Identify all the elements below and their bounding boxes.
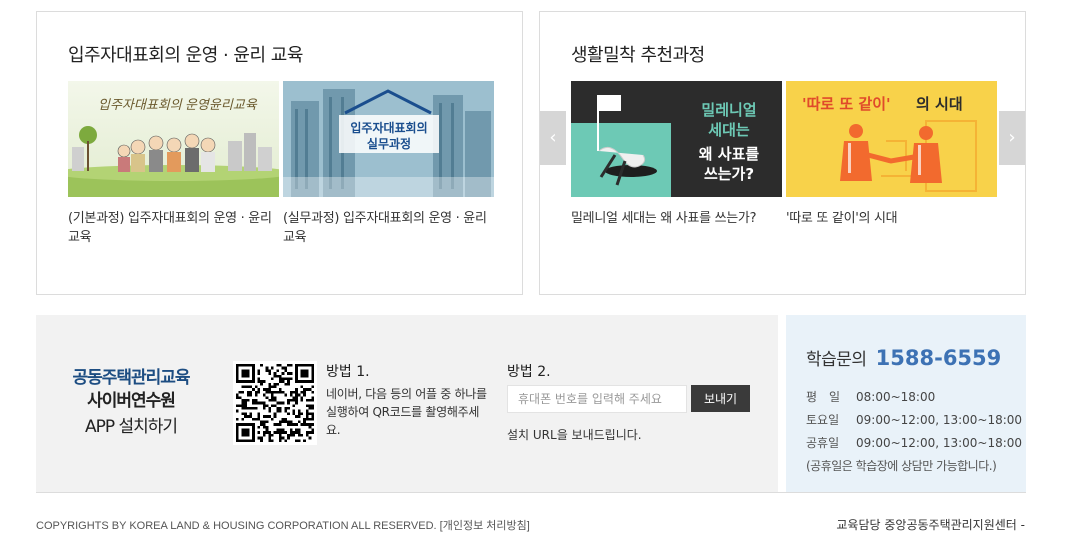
hours-row-weekday: 평 일 08:00~18:00 bbox=[806, 386, 1022, 409]
thumb-line-3: 왜 사표를 bbox=[699, 145, 760, 163]
course-panel-recommended: 생활밀착 추천과정 밀레니얼 세대는 왜 사표를 쓰는가? 밀레니얼 세대는 왜… bbox=[539, 11, 1026, 295]
course-thumbnail[interactable]: 밀레니얼 세대는 왜 사표를 쓰는가? bbox=[571, 81, 782, 197]
app-title-line1: 공동주택관리교육 bbox=[72, 368, 190, 388]
course-card-together[interactable]: '따로 또 같이' 의 시대 '따로 또 같이'의 시대 bbox=[786, 81, 997, 228]
help-phone-number[interactable]: 1588-6559 bbox=[876, 346, 1002, 370]
method1-title: 방법 1. bbox=[326, 364, 370, 380]
hours-day: 토요일 bbox=[806, 413, 840, 427]
course-card-basic[interactable]: 입주자대표회의 운영윤리교육 (기본과정) 입주자대표회의 운영 · 윤리교육 bbox=[68, 81, 279, 247]
footer-contact: 교육담당 중앙공동주택관리지원센터 - bbox=[836, 518, 1025, 532]
course-thumbnail[interactable]: 입주자대표회의 실무과정 bbox=[283, 81, 494, 197]
phone-number-input[interactable] bbox=[507, 385, 687, 413]
course-thumbnail[interactable]: 입주자대표회의 운영윤리교육 bbox=[68, 81, 279, 197]
hours-row-saturday: 토요일 09:00~12:00, 13:00~18:00 bbox=[806, 409, 1022, 432]
course-title[interactable]: 밀레니얼 세대는 왜 사표를 쓰는가? bbox=[571, 209, 782, 228]
hours-time: 08:00~18:00 bbox=[856, 390, 936, 404]
privacy-policy-link[interactable]: [개인정보 처리방침] bbox=[440, 520, 530, 532]
qr-code-image bbox=[233, 361, 317, 445]
panel-title: 입주자대표회의 운영 · 윤리 교육 bbox=[68, 45, 303, 66]
chevron-left-icon: ‹ bbox=[549, 127, 557, 148]
course-thumbnail[interactable]: '따로 또 같이' 의 시대 bbox=[786, 81, 997, 197]
thumb-suffix-text: 의 시대 bbox=[916, 95, 963, 113]
hours-time: 09:00~12:00, 13:00~18:00 bbox=[856, 413, 1023, 427]
course-panel-ethics: 입주자대표회의 운영 · 윤리 교육 입주자대표회의 운영윤리교육 (기본과정)… bbox=[36, 11, 523, 295]
carousel-next-button[interactable]: › bbox=[999, 111, 1025, 165]
method2-description: 설치 URL을 보내드립니다. bbox=[507, 428, 642, 442]
business-hours: 평 일 08:00~18:00 토요일 09:00~12:00, 13:00~18:… bbox=[806, 386, 1022, 478]
hours-day: 평 일 bbox=[806, 390, 841, 404]
hours-note: (공휴일은 학습장에 상담만 가능합니다.) bbox=[806, 459, 997, 473]
app-title-line3: APP 설치하기 bbox=[84, 417, 178, 437]
course-title[interactable]: (기본과정) 입주자대표회의 운영 · 윤리교육 bbox=[68, 209, 279, 247]
thumb-line-4: 쓰는가? bbox=[704, 165, 754, 183]
hours-day: 공휴일 bbox=[806, 436, 840, 450]
help-contact-section: 학습문의 1588-6559 평 일 08:00~18:00 토요일 09:00~1… bbox=[786, 315, 1026, 492]
help-label: 학습문의 bbox=[806, 350, 867, 370]
chevron-right-icon: › bbox=[1008, 127, 1016, 148]
app-install-title: 공동주택관리교육 사이버연수원 APP 설치하기 bbox=[36, 367, 226, 439]
carousel-prev-button[interactable]: ‹ bbox=[540, 111, 566, 165]
course-title[interactable]: (실무과정) 입주자대표회의 운영 · 윤리교육 bbox=[283, 209, 494, 247]
course-card-practical[interactable]: 입주자대표회의 실무과정 (실무과정) 입주자대표회의 운영 · 윤리교육 bbox=[283, 81, 494, 247]
footer-copyright: COPYRIGHTS BY KOREA LAND & HOUSING CORPO… bbox=[36, 517, 530, 533]
thumb-line-2: 세대는 bbox=[708, 121, 750, 139]
thumb-title-text: 입주자대표회의 운영윤리교육 bbox=[98, 97, 258, 112]
help-header: 학습문의 1588-6559 bbox=[806, 345, 1001, 370]
hours-time: 09:00~12:00, 13:00~18:00 bbox=[856, 436, 1023, 450]
send-button[interactable]: 보내기 bbox=[691, 385, 750, 412]
thumb-title-text: 입주자대표회의 bbox=[350, 120, 427, 135]
method1-description: 네이버, 다음 등의 어플 중 하나를 실행하여 QR코드를 촬영해주세요. bbox=[326, 387, 487, 437]
panel-title: 생활밀착 추천과정 bbox=[571, 45, 705, 66]
thumb-subtitle-text: 실무과정 bbox=[367, 136, 411, 151]
app-install-section: 공동주택관리교육 사이버연수원 APP 설치하기 방법 1. 네이버, 다음 등… bbox=[36, 315, 778, 492]
method2-title: 방법 2. bbox=[507, 364, 551, 380]
copyright-text: COPYRIGHTS BY KOREA LAND & HOUSING CORPO… bbox=[36, 520, 437, 532]
thumb-quote-text: '따로 또 같이' bbox=[802, 95, 891, 113]
course-title[interactable]: '따로 또 같이'의 시대 bbox=[786, 209, 997, 228]
thumb-line-1: 밀레니얼 bbox=[701, 101, 756, 119]
app-title-line2: 사이버연수원 bbox=[87, 391, 176, 411]
course-card-millennial[interactable]: 밀레니얼 세대는 왜 사표를 쓰는가? 밀레니얼 세대는 왜 사표를 쓰는가? bbox=[571, 81, 782, 228]
footer-divider bbox=[36, 492, 1026, 493]
hours-row-holiday: 공휴일 09:00~12:00, 13:00~18:00 bbox=[806, 432, 1022, 455]
